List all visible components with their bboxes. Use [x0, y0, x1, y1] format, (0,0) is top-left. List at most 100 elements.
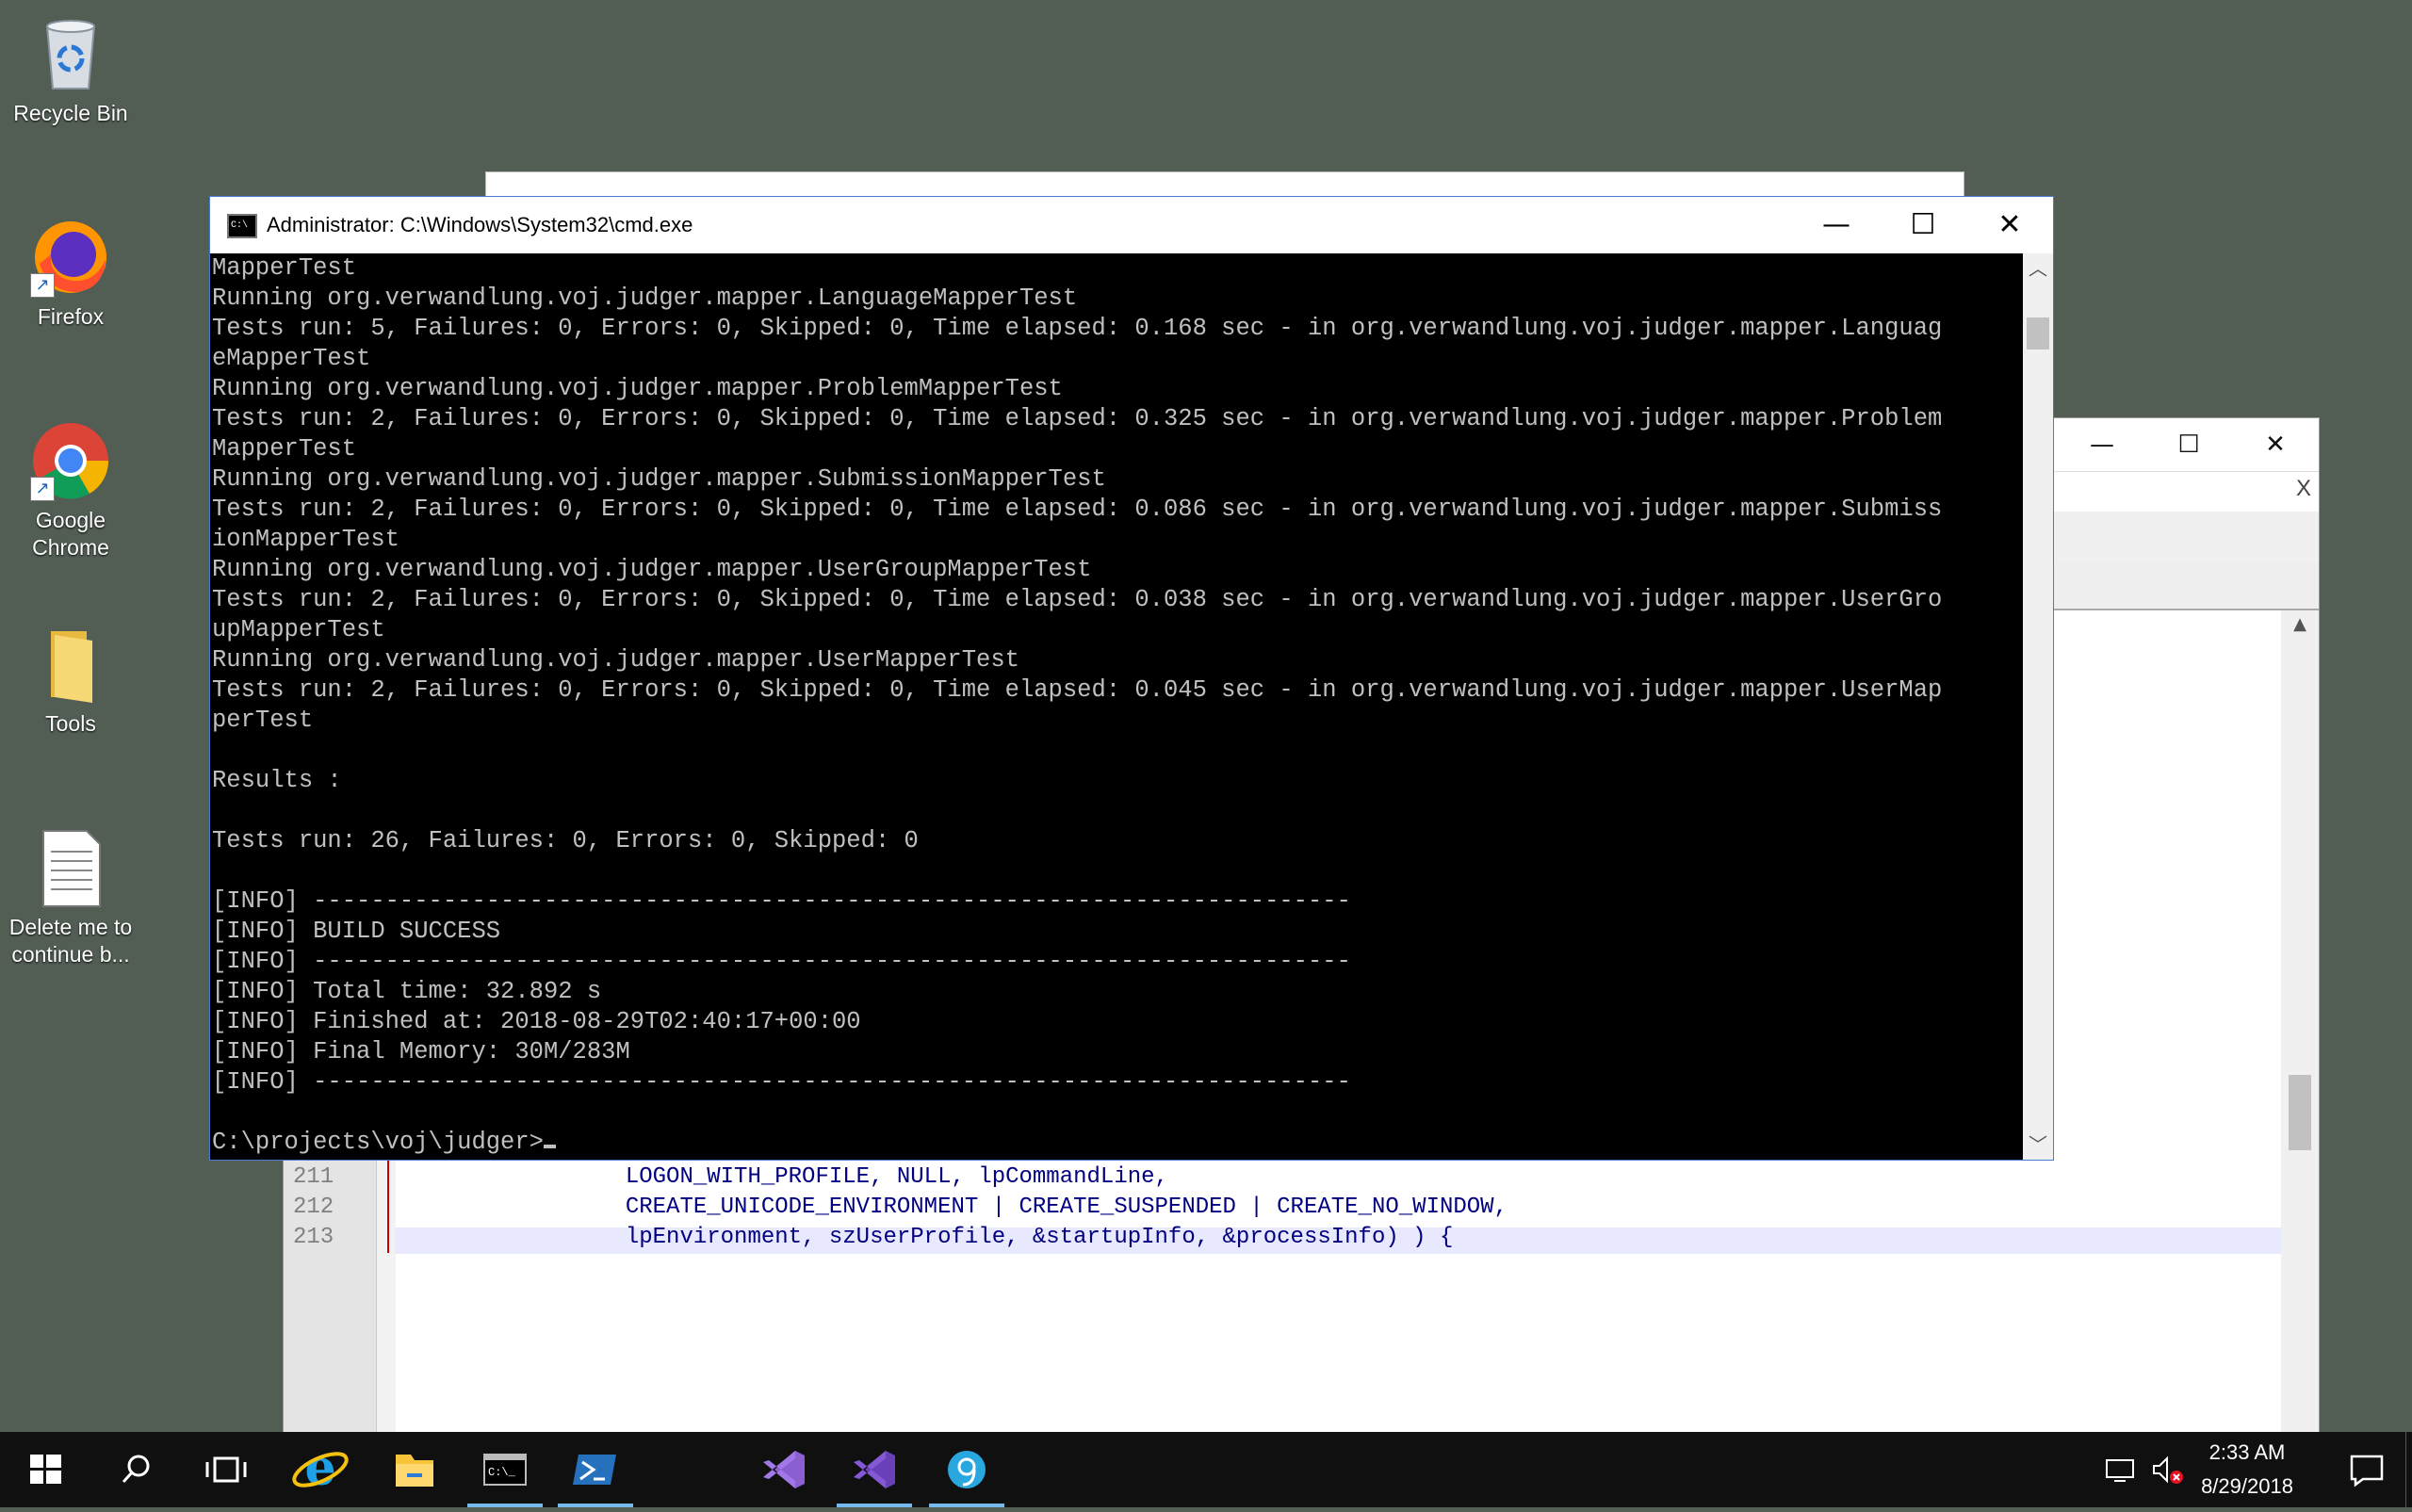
shortcut-arrow-icon: ↗ [30, 273, 55, 298]
line-number: 212 [293, 1195, 334, 1220]
cmd-console-output[interactable]: MapperTest Running org.verwandlung.voj.ju… [212, 253, 2021, 1160]
task-view-icon [205, 1456, 247, 1483]
cmd-prompt-line[interactable]: C:\projects\voj\judger> [212, 1128, 2021, 1158]
search-button[interactable] [90, 1432, 181, 1507]
cmd-output-line: [INFO] Finished at: 2018-08-29T02:40:17+… [212, 1008, 861, 1035]
task-view-button[interactable] [181, 1432, 271, 1507]
folder-icon [30, 624, 111, 705]
visual-studio-icon [763, 1451, 805, 1488]
cmd-output-line: Tests run: 5, Failures: 0, Errors: 0, Sk… [212, 315, 1943, 342]
code-text: LOGON_WITH_PROFILE, NULL, lpCommandLine, [463, 1164, 1168, 1190]
cmd-output-line [212, 796, 2021, 826]
scroll-down-arrow-icon[interactable]: ﹀ [2023, 1130, 2053, 1160]
cmd-output-line: Running org.verwandlung.voj.judger.mappe… [212, 375, 1063, 402]
clock-date: 8/29/2018 [2201, 1474, 2293, 1498]
editor-scroll-thumb[interactable] [2289, 1075, 2311, 1150]
start-button[interactable] [0, 1432, 90, 1507]
cmd-maximize-button[interactable]: ☐ [1880, 197, 1966, 253]
cmd-scroll-thumb[interactable] [2027, 317, 2049, 350]
volume-muted-icon[interactable] [2148, 1451, 2186, 1488]
visual-studio-preview-icon [854, 1451, 895, 1488]
taskbar-cmd[interactable]: C:\_ [460, 1432, 550, 1507]
cmd-vertical-scrollbar[interactable]: ︿ ﹀ [2023, 253, 2053, 1160]
taskbar-file-explorer[interactable] [369, 1432, 460, 1507]
maximize-button[interactable]: ☐ [2145, 418, 2232, 471]
cmd-prompt: C:\projects\voj\judger> [212, 1129, 544, 1156]
cmd-output-line: MapperTest [212, 254, 357, 282]
cmd-window-icon: C:\ [227, 214, 257, 238]
notifications-icon [2350, 1455, 2384, 1488]
cmd-output-line: Tests run: 2, Failures: 0, Errors: 0, Sk… [212, 405, 1943, 432]
firefox-icon: ↗ [30, 217, 111, 298]
close-tab-button[interactable]: X [2296, 476, 2311, 502]
cmd-output-line [212, 1097, 2021, 1128]
cmd-output-line: upMapperTest [212, 616, 385, 643]
cmd-icon: C:\_ [483, 1454, 527, 1486]
action-center-button[interactable] [2322, 1432, 2412, 1507]
code-text: lpEnvironment, szUserProfile, &startupIn… [463, 1225, 1454, 1250]
start-icon [30, 1455, 61, 1484]
cmd-lines: MapperTest Running org.verwandlung.voj.ju… [212, 253, 2021, 1128]
svg-text:e: e [304, 1439, 335, 1497]
cmd-output-line: [INFO] Total time: 32.892 s [212, 978, 602, 1005]
taskbar: e C:\_ 2:33 AM 8/29/2018 [0, 1432, 2412, 1507]
cmd-output-line: Tests run: 2, Failures: 0, Errors: 0, Sk… [212, 496, 1943, 523]
editor-vertical-scrollbar[interactable]: ▲ [2281, 610, 2319, 1436]
cmd-output-line: Running org.verwandlung.voj.judger.mappe… [212, 646, 1019, 674]
desktop-icon-label: Recycle Bin [13, 101, 128, 125]
text-document-icon [30, 827, 111, 908]
desktop-icon-tools[interactable]: Tools [0, 624, 141, 738]
cmd-output-line: [INFO] ---------------------------------… [212, 1068, 1351, 1096]
recycle-bin-icon [30, 13, 111, 94]
cmd-window-title: Administrator: C:\Windows\System32\cmd.e… [267, 213, 693, 236]
taskbar-internet-explorer[interactable]: e [275, 1432, 366, 1507]
powershell-icon [573, 1455, 616, 1485]
cmd-window[interactable]: C:\ Administrator: C:\Windows\System32\c… [209, 196, 2054, 1161]
scroll-up-arrow-icon[interactable]: ▲ [2281, 614, 2319, 634]
cmd-output-line [212, 856, 2021, 886]
desktop-icon-firefox[interactable]: ↗ Firefox [0, 217, 141, 331]
cmd-output-line: Running org.verwandlung.voj.judger.mappe… [212, 556, 1092, 583]
cmd-output-line [212, 736, 2021, 766]
svg-text:C:\_: C:\_ [488, 1466, 516, 1479]
cmd-close-button[interactable]: ✕ [1966, 197, 2053, 253]
cmd-output-line: [INFO] BUILD SUCCESS [212, 918, 501, 945]
cmd-output-line: Running org.verwandlung.voj.judger.mappe… [212, 465, 1106, 493]
code-line: 213 lpEnvironment, szUserProfile, &start… [284, 1223, 2281, 1253]
chrome-icon: ↗ [30, 420, 111, 501]
cmd-output-line: eMapperTest [212, 345, 371, 372]
network-icon[interactable] [2103, 1451, 2141, 1488]
cmd-titlebar[interactable]: C:\ Administrator: C:\Windows\System32\c… [210, 197, 2053, 253]
app-icon [948, 1451, 986, 1488]
code-line: 212 CREATE_UNICODE_ENVIRONMENT | CREATE_… [284, 1193, 2281, 1223]
cmd-output-line: [INFO] ---------------------------------… [212, 887, 1351, 915]
taskbar-powershell[interactable] [550, 1432, 641, 1507]
cmd-output-line: [INFO] Final Memory: 30M/283M [212, 1038, 630, 1065]
cmd-output-line: ionMapperTest [212, 526, 399, 553]
scroll-up-arrow-icon[interactable]: ︿ [2023, 253, 2053, 284]
clock-time: 2:33 AM [2208, 1440, 2286, 1464]
desktop-icon-label: Delete me to continue b... [8, 915, 133, 967]
taskbar-clock[interactable]: 2:33 AM 8/29/2018 [2186, 1432, 2308, 1507]
close-button[interactable]: ✕ [2232, 418, 2319, 471]
show-desktop-button[interactable] [2405, 1432, 2412, 1507]
taskbar-visual-studio-preview[interactable] [829, 1432, 920, 1507]
taskbar-visual-studio[interactable] [739, 1432, 829, 1507]
cmd-output-line: Tests run: 26, Failures: 0, Errors: 0, S… [212, 827, 919, 854]
desktop-icon-recycle-bin[interactable]: Recycle Bin [0, 13, 141, 127]
cmd-output-line: MapperTest [212, 435, 357, 463]
minimize-button[interactable]: — [2059, 418, 2145, 471]
desktop-icon-delete-me[interactable]: Delete me to continue b... [0, 827, 141, 968]
search-icon [122, 1455, 150, 1484]
taskbar-app[interactable] [921, 1432, 1012, 1507]
desktop-icon-google-chrome[interactable]: ↗ Google Chrome [0, 420, 141, 561]
cmd-output-line: [INFO] ---------------------------------… [212, 948, 1351, 975]
text-cursor [543, 1145, 556, 1148]
cmd-output-line: perTest [212, 707, 314, 734]
desktop-icon-label: Firefox [37, 304, 105, 329]
cmd-minimize-button[interactable]: — [1793, 197, 1880, 253]
cmd-output-line: Tests run: 2, Failures: 0, Errors: 0, Sk… [212, 586, 1943, 613]
desktop-icon-label: Google Chrome [32, 508, 109, 560]
cmd-output-line: Results : [212, 767, 342, 794]
code-text: CREATE_UNICODE_ENVIRONMENT | CREATE_SUSP… [463, 1195, 1508, 1220]
